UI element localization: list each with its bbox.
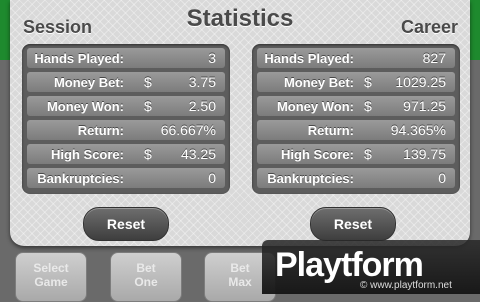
- stat-label: Money Bet:: [283, 74, 354, 90]
- stat-label: Hands Played:: [34, 50, 124, 66]
- career-hands-played-row: Hands Played: 827: [257, 48, 455, 68]
- stat-value: $1029.25: [364, 74, 446, 90]
- session-reset-button[interactable]: Reset: [83, 207, 169, 241]
- career-stats-panel: Hands Played: 827 Money Bet: $1029.25 Mo…: [252, 44, 460, 194]
- stat-label: Money Won:: [276, 98, 354, 114]
- session-return-row: Return: 66.667%: [27, 120, 225, 140]
- session-hands-played-row: Hands Played: 3: [27, 48, 225, 68]
- stat-value: $43.25: [144, 146, 216, 162]
- stat-value: $139.75: [364, 146, 446, 162]
- stat-label: Hands Played:: [264, 50, 354, 66]
- session-money-bet-row: Money Bet: $3.75: [27, 72, 225, 92]
- stat-value: 0: [438, 170, 446, 186]
- stat-label: Return:: [77, 122, 124, 138]
- career-high-score-row: High Score: $139.75: [257, 144, 455, 164]
- watermark-url: © www.playtform.net: [360, 280, 452, 291]
- select-game-button[interactable]: Select Game: [15, 252, 87, 302]
- bet-one-button[interactable]: Bet One: [110, 252, 182, 302]
- career-return-row: Return: 94.365%: [257, 120, 455, 140]
- select-game-label-1: Select: [33, 261, 69, 275]
- career-heading: Career: [400, 17, 458, 37]
- session-high-score-row: High Score: $43.25: [27, 144, 225, 164]
- session-heading: Session: [23, 17, 93, 37]
- statistics-dialog: Statistics Session Career Hands Played: …: [10, 0, 470, 246]
- career-money-bet-row: Money Bet: $1029.25: [257, 72, 455, 92]
- stat-value: $2.50: [144, 98, 216, 114]
- stat-value: 94.365%: [390, 122, 446, 138]
- stat-label: Bankruptcies:: [37, 170, 124, 186]
- stat-value: 0: [208, 170, 216, 186]
- stat-value: 3: [208, 50, 216, 66]
- career-reset-button[interactable]: Reset: [310, 207, 396, 241]
- stat-label: Return:: [307, 122, 354, 138]
- stat-label: High Score:: [281, 146, 354, 162]
- bet-one-label-1: Bet: [136, 261, 156, 275]
- stat-value: $3.75: [144, 74, 216, 90]
- session-stats-panel: Hands Played: 3 Money Bet: $3.75 Money W…: [22, 44, 230, 194]
- stat-value: 827: [422, 50, 446, 66]
- stat-label: High Score:: [51, 146, 124, 162]
- career-bankruptcies-row: Bankruptcies: 0: [257, 168, 455, 188]
- stat-label: Bankruptcies:: [267, 170, 354, 186]
- stat-value: 66.667%: [160, 122, 216, 138]
- career-money-won-row: Money Won: $971.25: [257, 96, 455, 116]
- session-money-won-row: Money Won: $2.50: [27, 96, 225, 116]
- select-game-label-2: Game: [34, 275, 68, 289]
- stat-label: Money Won:: [46, 98, 124, 114]
- stat-label: Money Bet:: [53, 74, 124, 90]
- session-bankruptcies-row: Bankruptcies: 0: [27, 168, 225, 188]
- bet-one-label-2: One: [134, 275, 158, 289]
- stat-value: $971.25: [364, 98, 446, 114]
